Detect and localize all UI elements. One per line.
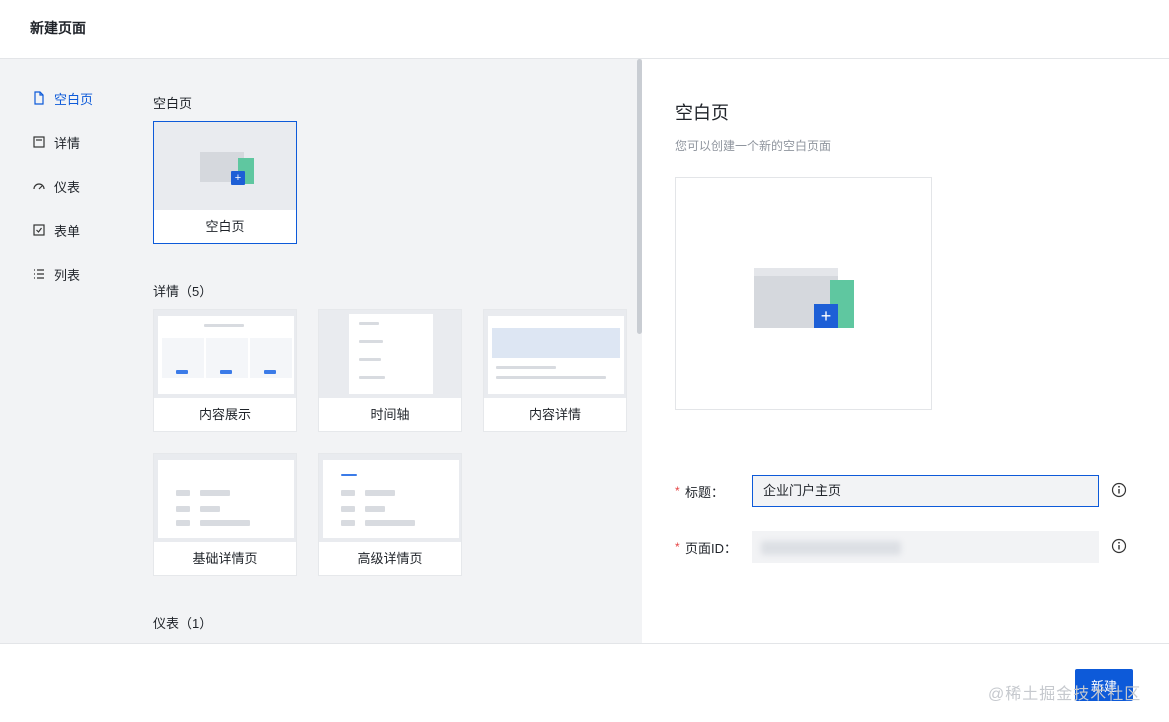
template-card-blank[interactable]: + 空白页 — [153, 121, 297, 244]
nav-item-blank[interactable]: 空白页 — [32, 88, 93, 108]
footer-bar: 新建 @稀土掘金技术社区 — [0, 643, 1169, 722]
template-browser: 空白页 详情 仪表 表单 列表 空白页 + 空白页 详情（5） 内容展示 时间轴… — [0, 59, 642, 643]
template-card-content-display[interactable]: 内容展示 — [153, 309, 297, 432]
template-thumbnail: + — [154, 122, 296, 210]
form-row-page-id: * 页面ID： — [675, 531, 1155, 563]
template-thumbnail — [319, 454, 461, 542]
nav-item-dashboard[interactable]: 仪表 — [32, 176, 80, 196]
nav-item-list[interactable]: 列表 — [32, 264, 80, 284]
template-card-timeline[interactable]: 时间轴 — [318, 309, 462, 432]
template-card-label: 高级详情页 — [319, 542, 461, 575]
info-icon[interactable] — [1111, 482, 1127, 498]
gauge-icon — [33, 183, 45, 190]
required-mark: * — [675, 540, 680, 554]
detail-icon — [33, 136, 45, 148]
template-thumbnail — [154, 310, 296, 398]
title-input[interactable]: 企业门户主页 — [752, 475, 1099, 507]
section-title-dashboard: 仪表（1） — [153, 616, 213, 631]
template-card-label: 空白页 — [154, 210, 296, 243]
template-card-label: 内容展示 — [154, 398, 296, 431]
template-thumbnail — [319, 310, 461, 398]
nav-item-label: 表单 — [54, 223, 81, 239]
plus-icon: + — [814, 304, 838, 328]
required-mark: * — [675, 484, 680, 498]
template-thumbnail — [484, 310, 626, 398]
template-card-basic-detail[interactable]: 基础详情页 — [153, 453, 297, 576]
page-title: 新建页面 — [30, 20, 86, 36]
list-icon — [34, 269, 44, 279]
nav-item-form[interactable]: 表单 — [32, 220, 80, 240]
preview-panel: 空白页 您可以创建一个新的空白页面 + * 标题： 企业门户主页 * 页面ID： — [642, 59, 1169, 643]
template-card-content-detail[interactable]: 内容详情 — [483, 309, 627, 432]
page-header: 新建页面 — [0, 0, 1169, 59]
checkbox-icon — [33, 224, 45, 236]
section-title-detail: 详情（5） — [153, 284, 213, 299]
plus-icon: + — [231, 171, 245, 185]
title-label: 标题： — [685, 485, 725, 500]
file-icon — [34, 91, 44, 105]
preview-image: + — [675, 177, 932, 410]
nav-item-label: 仪表 — [54, 179, 81, 195]
nav-item-label: 详情 — [54, 135, 81, 151]
info-icon[interactable] — [1111, 538, 1127, 554]
nav-item-detail[interactable]: 详情 — [32, 132, 80, 152]
template-card-advanced-detail[interactable]: 高级详情页 — [318, 453, 462, 576]
form-row-title: * 标题： 企业门户主页 — [675, 475, 1155, 507]
nav-item-label: 空白页 — [54, 91, 94, 107]
page-id-input[interactable] — [752, 531, 1099, 563]
watermark: @稀土掘金技术社区 — [988, 686, 1142, 703]
section-title-blank: 空白页 — [153, 96, 193, 111]
template-card-label: 基础详情页 — [154, 542, 296, 575]
template-card-label: 内容详情 — [484, 398, 626, 431]
page-id-redacted — [761, 541, 901, 555]
page-id-label: 页面ID： — [685, 541, 738, 556]
nav-item-label: 列表 — [54, 267, 81, 283]
preview-description: 您可以创建一个新的空白页面 — [675, 139, 832, 153]
preview-title: 空白页 — [675, 103, 729, 123]
template-card-label: 时间轴 — [319, 398, 461, 431]
template-thumbnail — [154, 454, 296, 542]
